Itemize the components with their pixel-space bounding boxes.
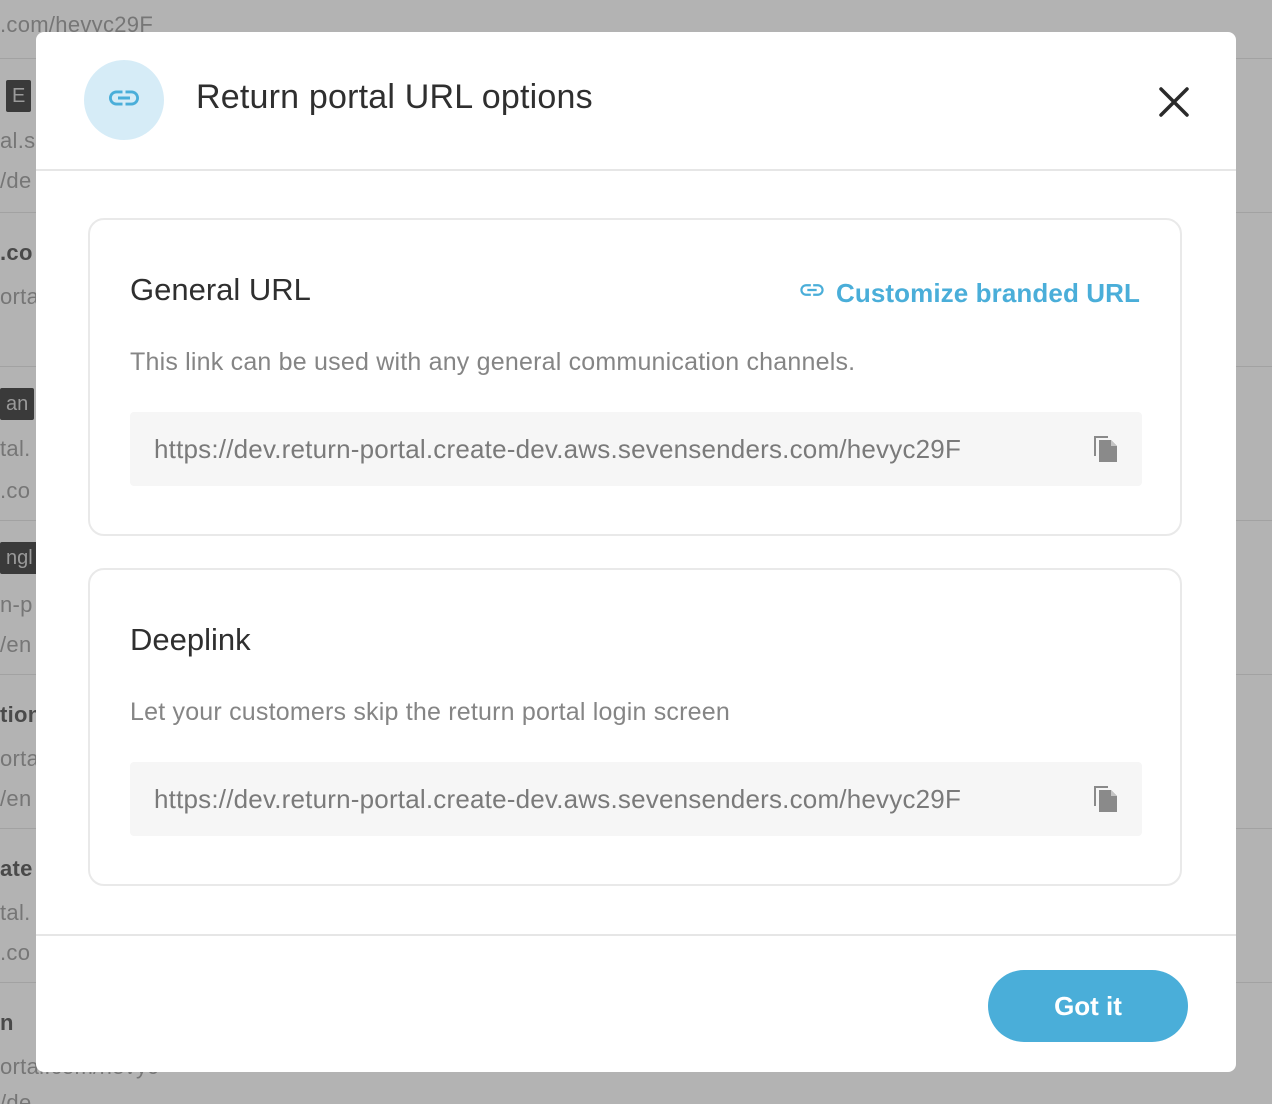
- modal-footer: Got it: [36, 934, 1236, 1072]
- bg-text: .co: [0, 940, 31, 965]
- general-url-field[interactable]: https://dev.return-portal.create-dev.aws…: [130, 412, 1142, 486]
- deeplink-title: Deeplink: [130, 622, 251, 657]
- link-icon: [798, 276, 836, 311]
- bg-text: orta: [0, 284, 40, 309]
- deeplink-url-value[interactable]: https://dev.return-portal.create-dev.aws…: [154, 784, 1054, 815]
- bg-text: .co: [0, 478, 31, 503]
- url-options-modal: Return portal URL options General URL Cu…: [36, 32, 1236, 1072]
- deeplink-card: Deeplink Let your customers skip the ret…: [88, 568, 1182, 886]
- link-icon: [106, 80, 142, 121]
- customize-branded-url-link[interactable]: Customize branded URL: [798, 276, 1140, 311]
- modal-title: Return portal URL options: [196, 78, 593, 116]
- bg-text: /de: [0, 1090, 32, 1104]
- close-icon: [1158, 86, 1190, 123]
- general-url-description: This link can be used with any general c…: [130, 348, 856, 376]
- bg-text: .co: [0, 240, 33, 265]
- bg-text: /en: [0, 786, 32, 811]
- general-url-value[interactable]: https://dev.return-portal.create-dev.aws…: [154, 434, 1054, 465]
- bg-text: /en: [0, 632, 32, 657]
- bg-tag: an: [0, 388, 35, 420]
- bg-text: n-p: [0, 592, 33, 617]
- bg-text: orta: [0, 746, 40, 771]
- bg-text: al.s: [0, 128, 36, 153]
- bg-tag: ngl: [0, 542, 39, 574]
- bg-text: tal.: [0, 900, 31, 925]
- general-url-title: General URL: [130, 272, 311, 307]
- header-icon-badge: [84, 60, 164, 140]
- bg-text: ate: [0, 856, 33, 881]
- copy-icon: [1090, 786, 1120, 818]
- deeplink-description: Let your customers skip the return porta…: [130, 698, 730, 726]
- got-it-button[interactable]: Got it: [988, 970, 1188, 1042]
- copy-deeplink-url-button[interactable]: [1090, 782, 1120, 814]
- general-url-card: General URL Customize branded URL This l…: [88, 218, 1182, 536]
- bg-text: n: [0, 1010, 14, 1035]
- bg-text: tal.: [0, 436, 31, 461]
- bg-tag: E: [6, 80, 32, 112]
- copy-icon: [1090, 436, 1120, 468]
- deeplink-url-field[interactable]: https://dev.return-portal.create-dev.aws…: [130, 762, 1142, 836]
- customize-branded-url-label: Customize branded URL: [835, 278, 1140, 308]
- bg-text: /de: [0, 168, 32, 193]
- close-button[interactable]: [1154, 84, 1194, 124]
- modal-header: Return portal URL options: [36, 32, 1236, 171]
- copy-general-url-button[interactable]: [1090, 432, 1120, 464]
